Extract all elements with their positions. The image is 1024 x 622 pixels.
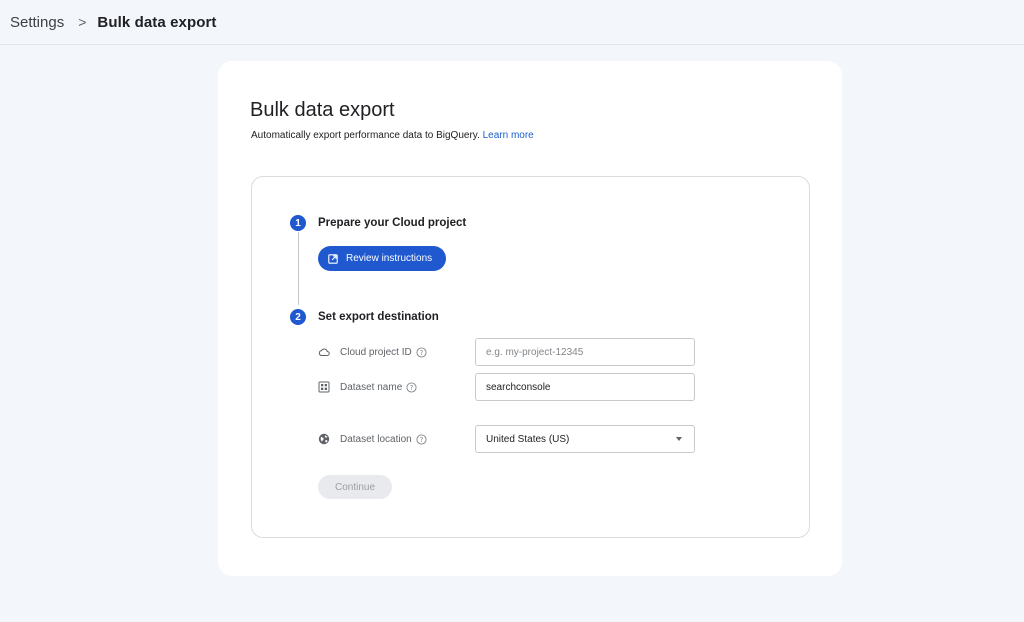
svg-text:?: ? bbox=[419, 349, 423, 357]
help-icon[interactable]: ? bbox=[416, 433, 427, 445]
dataset-name-label-row: Dataset name ? bbox=[318, 381, 417, 393]
help-icon[interactable]: ? bbox=[406, 381, 417, 393]
cloud-icon bbox=[318, 346, 330, 358]
page-subtitle: Automatically export performance data to… bbox=[251, 130, 534, 141]
learn-more-link[interactable]: Learn more bbox=[483, 130, 534, 141]
breadcrumb-settings[interactable]: Settings bbox=[10, 14, 64, 31]
dropdown-arrow-icon bbox=[676, 437, 682, 441]
step-2-badge: 2 bbox=[290, 309, 306, 325]
breadcrumb-current: Bulk data export bbox=[97, 13, 217, 31]
stepper-panel: 1 Prepare your Cloud project Review inst… bbox=[251, 176, 810, 538]
step-2-title: Set export destination bbox=[318, 311, 439, 323]
project-id-label-row: Cloud project ID ? bbox=[318, 346, 427, 358]
subtitle-text: Automatically export performance data to… bbox=[251, 130, 480, 141]
dataset-location-label: Dataset location bbox=[340, 433, 412, 445]
page-title: Bulk data export bbox=[250, 99, 395, 121]
project-id-label: Cloud project ID bbox=[340, 346, 412, 358]
breadcrumb-separator: > bbox=[78, 14, 87, 30]
open-external-icon bbox=[328, 253, 338, 264]
export-card: Bulk data export Automatically export pe… bbox=[218, 61, 842, 576]
dataset-name-label: Dataset name bbox=[340, 381, 403, 393]
step-connector bbox=[298, 232, 299, 305]
dataset-location-select[interactable]: United States (US) bbox=[475, 425, 695, 453]
dataset-location-value: United States (US) bbox=[486, 433, 570, 445]
dataset-name-input[interactable] bbox=[475, 373, 695, 401]
review-instructions-button[interactable]: Review instructions bbox=[318, 246, 446, 271]
help-icon[interactable]: ? bbox=[416, 346, 427, 358]
continue-button[interactable]: Continue bbox=[318, 475, 392, 499]
svg-text:?: ? bbox=[410, 384, 414, 392]
globe-icon bbox=[318, 433, 330, 445]
step-1-title: Prepare your Cloud project bbox=[318, 217, 467, 229]
project-id-input[interactable] bbox=[475, 338, 695, 366]
step-1-badge: 1 bbox=[290, 215, 306, 231]
dataset-location-label-row: Dataset location ? bbox=[318, 433, 427, 445]
top-bar: Settings > Bulk data export bbox=[0, 0, 1024, 45]
review-instructions-label: Review instructions bbox=[346, 253, 433, 264]
grid-icon bbox=[318, 381, 330, 393]
svg-text:?: ? bbox=[419, 436, 423, 444]
